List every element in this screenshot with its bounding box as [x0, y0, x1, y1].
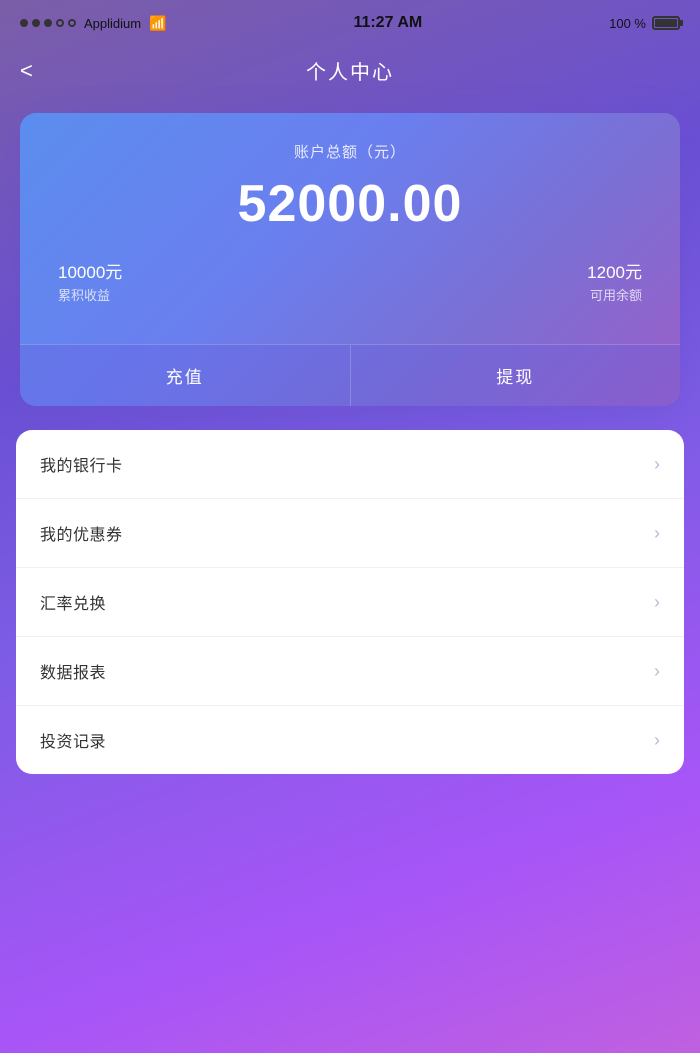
menu-item[interactable]: 投资记录 › [16, 706, 684, 774]
account-label: 账户总额（元） [48, 141, 652, 162]
status-bar: Applidium 📶 11:27 AM 100 % [0, 0, 700, 44]
chevron-right-icon: › [654, 661, 660, 682]
battery-icon [652, 16, 680, 30]
menu-item-label: 汇率兑换 [40, 590, 106, 614]
stat2-value: 1200元 [587, 258, 642, 283]
chevron-right-icon: › [654, 592, 660, 613]
withdraw-button[interactable]: 提现 [351, 345, 681, 406]
menu-item-label: 我的银行卡 [40, 452, 123, 476]
stat2-label: 可用余额 [590, 285, 642, 304]
recharge-button[interactable]: 充值 [20, 345, 351, 406]
signal-dot-4 [56, 19, 64, 27]
page-title: 个人中心 [306, 56, 394, 85]
status-right: 100 % [609, 16, 680, 31]
carrier-label: Applidium [84, 16, 141, 31]
card-stats: 10000元 累积收益 1200元 可用余额 [48, 258, 652, 324]
battery-label: 100 % [609, 16, 646, 31]
account-card: 账户总额（元） 52000.00 10000元 累积收益 1200元 可用余额 … [20, 113, 680, 406]
menu-item-label: 数据报表 [40, 659, 106, 683]
status-time: 11:27 AM [353, 14, 422, 32]
chevron-right-icon: › [654, 730, 660, 751]
signal-dot-1 [20, 19, 28, 27]
header: < 个人中心 [0, 44, 700, 105]
card-top: 账户总额（元） 52000.00 10000元 累积收益 1200元 可用余额 [20, 113, 680, 344]
stat1-label: 累积收益 [58, 285, 110, 304]
status-left: Applidium 📶 [20, 15, 167, 32]
account-amount: 52000.00 [48, 174, 652, 234]
menu-item[interactable]: 汇率兑换 › [16, 568, 684, 637]
signal-dot-5 [68, 19, 76, 27]
menu-list: 我的银行卡 › 我的优惠券 › 汇率兑换 › 数据报表 › 投资记录 › [16, 430, 684, 774]
chevron-right-icon: › [654, 454, 660, 475]
bottom-space [0, 774, 700, 814]
menu-item[interactable]: 我的银行卡 › [16, 430, 684, 499]
card-actions: 充值 提现 [20, 344, 680, 406]
menu-item[interactable]: 数据报表 › [16, 637, 684, 706]
signal-dot-3 [44, 19, 52, 27]
stat-item-1: 10000元 累积收益 [58, 258, 122, 304]
menu-item[interactable]: 我的优惠券 › [16, 499, 684, 568]
signal-dot-2 [32, 19, 40, 27]
battery-fill [655, 19, 677, 27]
stat1-value: 10000元 [58, 258, 122, 283]
stat-item-2: 1200元 可用余额 [587, 258, 642, 304]
wifi-icon: 📶 [149, 15, 166, 32]
menu-item-label: 投资记录 [40, 728, 106, 752]
back-button[interactable]: < [20, 58, 33, 84]
menu-item-label: 我的优惠券 [40, 521, 123, 545]
chevron-right-icon: › [654, 523, 660, 544]
